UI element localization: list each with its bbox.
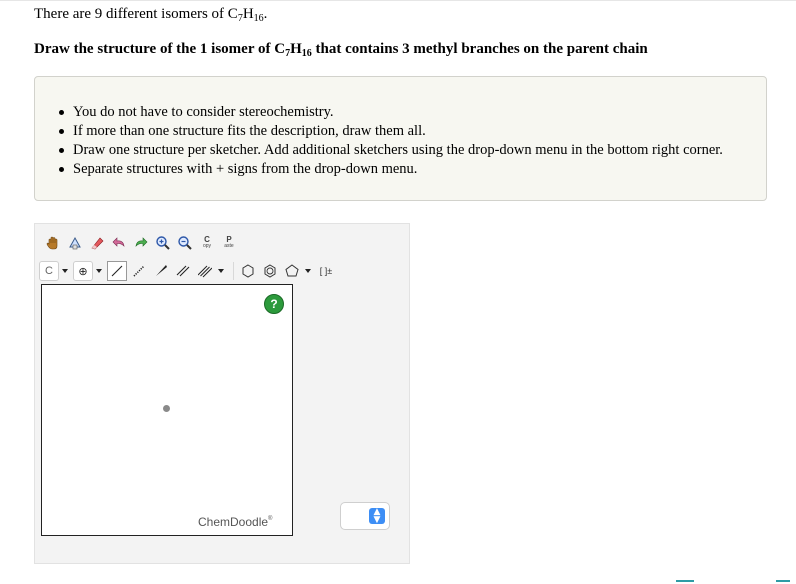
- corner-decoration: [676, 580, 694, 582]
- instruction-item: You do not have to consider stereochemis…: [59, 103, 723, 122]
- paste-button-letter: P: [226, 235, 232, 244]
- undo-icon[interactable]: [109, 233, 129, 253]
- redo-icon[interactable]: [131, 233, 151, 253]
- paste-button-text: aste: [224, 243, 234, 249]
- charge-button[interactable]: ⊕: [73, 261, 93, 281]
- cyclopentane-icon[interactable]: [282, 261, 302, 281]
- paste-button[interactable]: Paste: [219, 233, 239, 253]
- bracket-label: [ ]±: [319, 266, 333, 276]
- copy-button-text: opy: [202, 243, 212, 249]
- wedge-bond-icon[interactable]: [151, 261, 171, 281]
- sketcher-count-select[interactable]: ▲ ▼: [340, 502, 390, 530]
- triple-bond-icon[interactable]: [195, 261, 215, 281]
- element-label: C: [45, 265, 53, 277]
- double-bond-icon[interactable]: [173, 261, 193, 281]
- select-arrows-icon[interactable]: ▲ ▼: [369, 508, 385, 525]
- ring-dropdown-icon[interactable]: [305, 269, 311, 273]
- drawing-canvas[interactable]: ? ChemDoodle®: [41, 284, 293, 536]
- charge-dropdown-icon[interactable]: [96, 269, 102, 273]
- copy-button-letter: C: [204, 235, 210, 244]
- instruction-item: Separate structures with + signs from th…: [59, 160, 723, 179]
- zoom-out-icon[interactable]: [175, 233, 195, 253]
- bracket-charge-button[interactable]: [ ]±: [316, 261, 336, 281]
- chemdoodle-brand-text: ChemDoodle: [198, 515, 269, 529]
- bond-dropdown-icon[interactable]: [218, 269, 224, 273]
- dashed-bond-icon[interactable]: [129, 261, 149, 281]
- lasso-select-icon[interactable]: [65, 233, 85, 253]
- cyclohexane-icon[interactable]: [238, 261, 258, 281]
- hand-pan-icon[interactable]: [43, 233, 63, 253]
- instructions-list: You do not have to consider stereochemis…: [59, 103, 723, 179]
- benzene-icon[interactable]: [260, 261, 280, 281]
- chemdoodle-sketcher: Copy Paste C ⊕ []± ? ChemDoodle® ▲ ▼: [34, 223, 410, 564]
- toolbar-separator: [233, 262, 234, 280]
- chemdoodle-brand-mark: ®: [268, 516, 273, 522]
- copy-button[interactable]: Copy: [197, 233, 217, 253]
- select-arrow-down: ▼: [373, 515, 381, 525]
- top-divider: [0, 0, 796, 1]
- toolbar-row-1: Copy Paste: [43, 232, 241, 254]
- charge-label: ⊕: [78, 265, 88, 278]
- canvas-center-dot: [163, 405, 170, 412]
- single-bond-button[interactable]: [107, 261, 127, 281]
- instruction-item: If more than one structure fits the desc…: [59, 122, 723, 141]
- chemdoodle-logo: ChemDoodle®: [198, 515, 272, 529]
- element-carbon-button[interactable]: C: [39, 261, 59, 281]
- eraser-icon[interactable]: [87, 233, 107, 253]
- question-text: Draw the structure of the 1 isomer of C7…: [34, 41, 648, 59]
- instructions-box: You do not have to consider stereochemis…: [34, 76, 767, 201]
- element-dropdown-icon[interactable]: [62, 269, 68, 273]
- zoom-in-icon[interactable]: [153, 233, 173, 253]
- intro-text: There are 9 different isomers of C7H16.: [34, 6, 268, 24]
- corner-decoration: [776, 580, 790, 582]
- toolbar-row-2: C ⊕ [ ]±: [39, 260, 338, 282]
- help-button[interactable]: ?: [264, 294, 284, 314]
- instruction-item: Draw one structure per sketcher. Add add…: [59, 142, 723, 158]
